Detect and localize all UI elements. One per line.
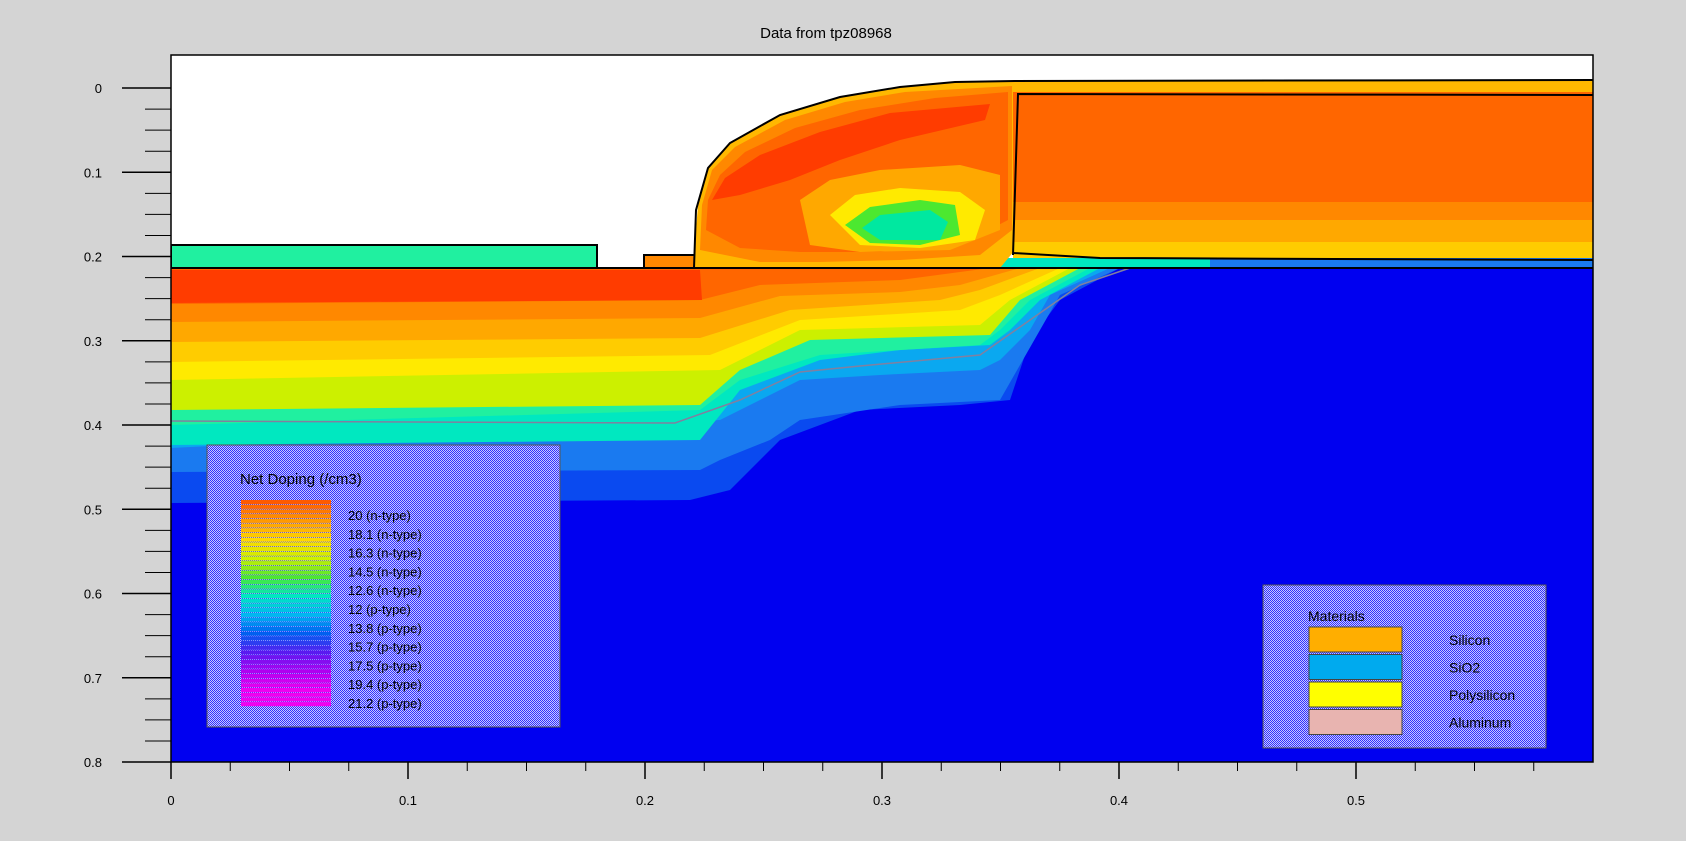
doping-swatch — [241, 692, 331, 697]
doping-swatch — [241, 523, 331, 528]
doping-swatch — [241, 570, 331, 575]
doping-swatch — [241, 509, 331, 514]
doping-swatch — [241, 650, 331, 655]
doping-swatch — [241, 603, 331, 608]
doping-swatch — [241, 631, 331, 636]
doping-legend-label: 17.5 (p-type) — [348, 658, 422, 673]
doping-swatch — [241, 589, 331, 594]
doping-swatch — [241, 678, 331, 683]
doping-legend-label: 21.2 (p-type) — [348, 696, 422, 711]
doping-swatch — [241, 579, 331, 584]
material-label: Polysilicon — [1449, 687, 1515, 703]
y-tick-label: 0.2 — [84, 250, 102, 265]
doping-swatch — [241, 683, 331, 688]
doping-swatch — [241, 669, 331, 674]
x-axis: 0 0.1 0.2 0.3 0.4 0.5 — [167, 762, 1535, 808]
doping-swatch — [241, 504, 331, 509]
material-label: Aluminum — [1449, 715, 1511, 731]
left-oxide-layer — [171, 244, 598, 269]
doping-legend-title: Net Doping (/cm3) — [240, 471, 362, 488]
doping-legend-label: 18.1 (n-type) — [348, 527, 422, 542]
doping-legend-label: 12 (p-type) — [348, 602, 411, 617]
doping-swatch — [241, 565, 331, 570]
y-tick-label: 0.8 — [84, 755, 102, 770]
doping-swatch — [241, 584, 331, 589]
x-tick-label: 0.1 — [399, 793, 417, 808]
y-tick-label: 0.7 — [84, 671, 102, 686]
doping-swatch — [241, 622, 331, 627]
doping-swatch — [241, 594, 331, 599]
x-tick-label: 0.4 — [1110, 793, 1128, 808]
material-swatch — [1308, 654, 1403, 680]
doping-band-red — [171, 270, 702, 303]
y-tick-label: 0.5 — [84, 502, 102, 517]
material-swatch — [1308, 626, 1403, 653]
x-tick-label: 0.5 — [1347, 793, 1365, 808]
doping-legend: Net Doping (/cm3) 20 (n-type) 18.1 (n-typ… — [206, 444, 561, 728]
x-tick-label: 0.3 — [873, 793, 891, 808]
doping-swatch — [241, 561, 331, 566]
doping-swatch — [241, 542, 331, 547]
material-swatch — [1308, 709, 1403, 735]
doping-swatch — [241, 556, 331, 561]
doping-swatch — [241, 702, 331, 707]
gate-body-band-dark-orange — [1013, 92, 1593, 202]
doping-legend-label: 12.6 (n-type) — [348, 583, 422, 598]
doping-swatch — [241, 673, 331, 678]
y-axis: 0 0.1 0.2 0.3 0.4 0.5 0.6 0.7 0.8 — [84, 81, 171, 770]
doping-swatch — [241, 659, 331, 664]
doping-legend-label: 16.3 (n-type) — [348, 546, 422, 561]
doping-legend-label: 14.5 (n-type) — [348, 564, 422, 579]
y-tick-label: 0.4 — [84, 418, 102, 433]
doping-swatch — [241, 612, 331, 617]
doping-swatch — [241, 598, 331, 603]
doping-swatch — [241, 636, 331, 641]
doping-legend-label: 19.4 (p-type) — [348, 677, 422, 692]
y-tick-label: 0.6 — [84, 587, 102, 602]
doping-swatch — [241, 608, 331, 613]
x-tick-label: 0.2 — [636, 793, 654, 808]
chart-title: Data from tpz08968 — [760, 25, 892, 42]
doping-legend-labels: 20 (n-type) 18.1 (n-type) 16.3 (n-type) 14.… — [348, 508, 422, 711]
y-tick-label: 0.1 — [84, 165, 102, 180]
doping-legend-label: 20 (n-type) — [348, 508, 411, 523]
doping-swatch — [241, 626, 331, 631]
doping-swatch — [241, 575, 331, 580]
doping-swatch — [241, 547, 331, 552]
material-label: Silicon — [1449, 632, 1490, 648]
doping-swatch — [241, 641, 331, 646]
materials-legend-title: Materials — [1308, 608, 1365, 624]
material-label: SiO2 — [1449, 660, 1480, 676]
doping-swatch — [241, 617, 331, 622]
doping-contour-plot: Data from tpz08968 00.10.20.30.40.50.60.… — [84, 25, 1594, 808]
doping-swatch — [241, 500, 331, 505]
doping-legend-label: 13.8 (p-type) — [348, 621, 422, 636]
material-swatch — [1308, 681, 1403, 708]
doping-legend-label: 15.7 (p-type) — [348, 640, 422, 655]
y-tick-label: 0.3 — [84, 334, 102, 349]
doping-swatch — [241, 528, 331, 533]
doping-swatch — [241, 645, 331, 650]
x-tick-label: 0 — [167, 793, 174, 808]
materials-legend: Materials Silicon SiO2 Polysilicon Aluminum — [1262, 584, 1547, 749]
doping-swatch — [241, 532, 331, 537]
doping-swatch — [241, 518, 331, 523]
doping-swatch — [241, 655, 331, 660]
y-tick-label: 0 — [95, 81, 102, 96]
doping-swatch — [241, 697, 331, 702]
doping-swatch — [241, 688, 331, 693]
doping-swatch — [241, 537, 331, 542]
doping-swatch — [241, 514, 331, 519]
doping-swatch — [241, 551, 331, 556]
device-plot: Data from tpz08968 0 0.1 0.2 0.3 0.4 0.5… — [0, 0, 1686, 836]
doping-swatch — [241, 664, 331, 669]
